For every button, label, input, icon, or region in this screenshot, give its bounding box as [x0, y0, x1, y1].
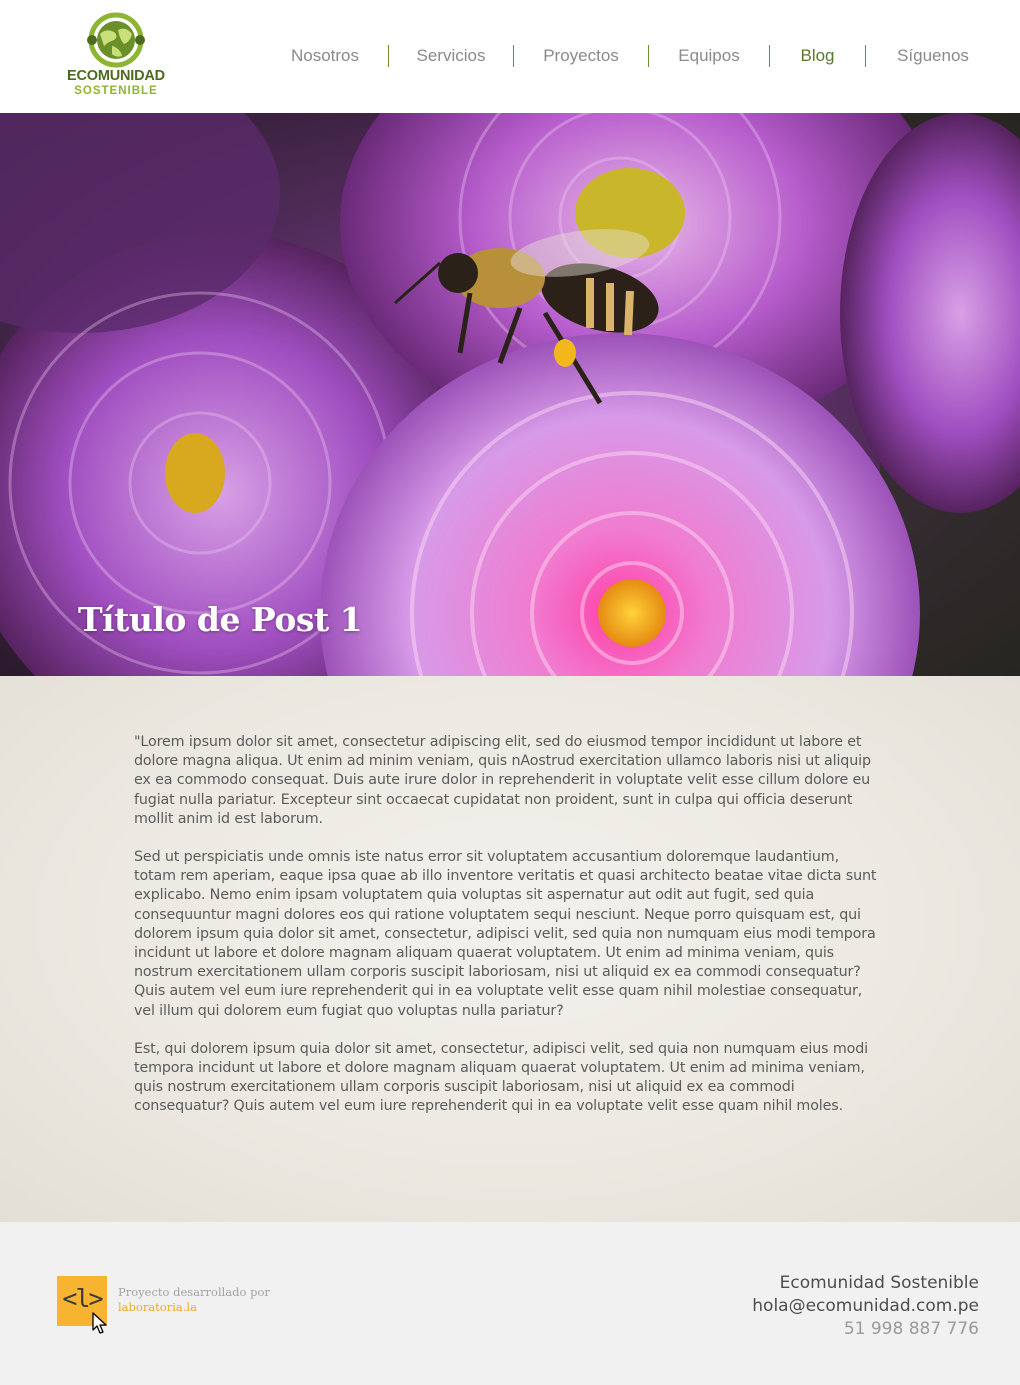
article-paragraph: "Lorem ipsum dolor sit amet, consectetur…	[134, 734, 871, 827]
article-paragraph: Sed ut perspiciatis unde omnis iste natu…	[134, 849, 877, 1019]
site-header: ECOMUNIDAD SOSTENIBLE Nosotros Servicios…	[0, 0, 1020, 113]
post-title: Título de Post 1	[78, 600, 363, 639]
logo-tagline: SOSTENIBLE	[74, 85, 158, 97]
laboratoria-link[interactable]: laboratoria.la	[118, 1300, 270, 1315]
cursor-pointer-icon	[92, 1312, 107, 1334]
contact-name: Ecomunidad Sostenible	[779, 1273, 979, 1293]
site-logo[interactable]: ECOMUNIDAD SOSTENIBLE	[66, 12, 166, 102]
contact-info: Ecomunidad Sostenible hola@ecomunidad.co…	[752, 1272, 979, 1341]
hero-banner: Título de Post 1	[0, 113, 1020, 676]
nav-item-servicios[interactable]: Servicios	[389, 42, 513, 70]
article-body: "Lorem ipsum dolor sit amet, consectetur…	[134, 733, 884, 1136]
article-paragraph: Est, qui dolorem ipsum quia dolor sit am…	[134, 1040, 868, 1115]
article-section: "Lorem ipsum dolor sit amet, consectetur…	[0, 676, 1020, 1222]
hero-image	[0, 113, 1020, 676]
contact-email-link[interactable]: hola@ecomunidad.com.pe	[752, 1295, 979, 1318]
project-credit: Proyecto desarrollado por laboratoria.la	[118, 1285, 270, 1315]
nav-item-siguenos[interactable]: Síguenos	[866, 42, 1000, 70]
site-footer: <l> Proyecto desarrollado por laboratori…	[0, 1222, 1020, 1385]
nav-item-proyectos[interactable]: Proyectos	[514, 42, 648, 70]
credit-label: Proyecto desarrollado por	[118, 1285, 270, 1299]
nav-item-equipos[interactable]: Equipos	[649, 42, 769, 70]
globe-logo-icon	[87, 12, 145, 68]
main-nav: Nosotros Servicios Proyectos Equipos Blo…	[262, 42, 1000, 70]
nav-item-blog[interactable]: Blog	[770, 42, 865, 70]
logo-name: ECOMUNIDAD	[67, 68, 165, 84]
nav-item-nosotros[interactable]: Nosotros	[262, 42, 388, 70]
laboratoria-logo-text: <l>	[62, 1284, 103, 1313]
contact-phone-link[interactable]: 51 998 887 776	[752, 1318, 979, 1341]
